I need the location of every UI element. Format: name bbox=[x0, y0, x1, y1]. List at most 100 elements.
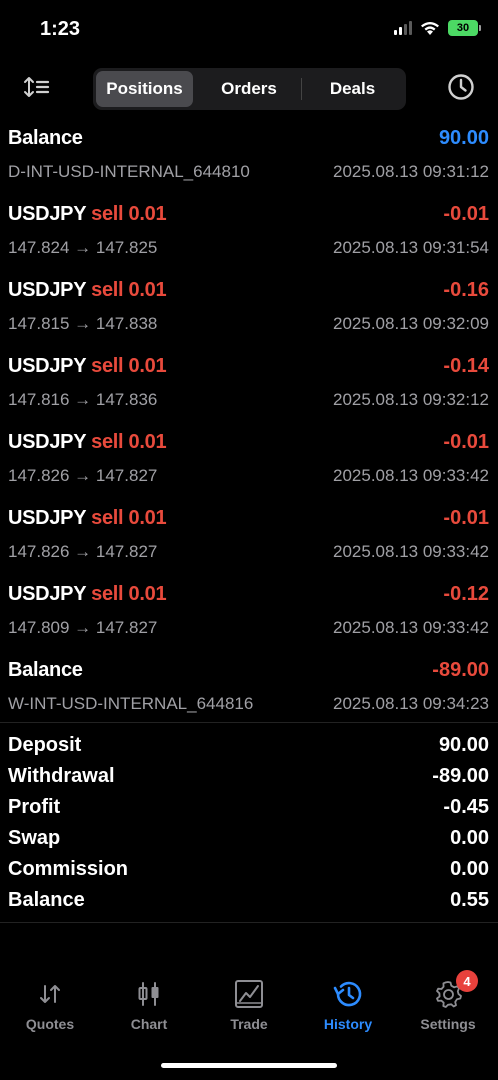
summary-row: Balance 0.55 bbox=[0, 888, 498, 919]
deal-prices: 147.816 → 147.836 bbox=[8, 390, 158, 409]
deal-symbol: USDJPY bbox=[8, 507, 86, 529]
deal-time: 2025.08.13 09:31:54 bbox=[333, 238, 489, 257]
status-icons: 30 bbox=[394, 20, 481, 36]
list-item[interactable]: Balance -89.00 W-INT-USD-INTERNAL_644816… bbox=[0, 654, 498, 730]
period-button[interactable] bbox=[446, 72, 476, 102]
deal-time: 2025.08.13 09:33:42 bbox=[333, 542, 489, 561]
deal-amount: -0.14 bbox=[443, 355, 489, 377]
deal-symbol: Balance bbox=[8, 127, 83, 149]
home-indicator[interactable] bbox=[161, 1063, 337, 1068]
deal-amount: 90.00 bbox=[438, 127, 489, 149]
tab-positions[interactable]: Positions bbox=[96, 71, 193, 107]
battery-level: 30 bbox=[456, 22, 470, 34]
tab-deals[interactable]: Deals bbox=[302, 71, 403, 107]
history-segmented-control: Positions Orders Deals bbox=[93, 68, 406, 110]
sort-icon bbox=[24, 77, 50, 97]
tab-history-label: History bbox=[323, 1016, 373, 1032]
summary-label: Swap bbox=[8, 827, 61, 849]
deal-time: 2025.08.13 09:32:09 bbox=[333, 314, 489, 333]
deal-side: sell 0.01 bbox=[91, 431, 167, 453]
gear-icon: 4 bbox=[432, 970, 478, 1010]
status-bar: 1:23 30 bbox=[0, 0, 498, 60]
summary-row: Deposit 90.00 bbox=[0, 733, 498, 764]
deal-time: 2025.08.13 09:32:12 bbox=[333, 390, 489, 409]
tab-orders[interactable]: Orders bbox=[197, 71, 301, 107]
deal-amount: -0.12 bbox=[443, 583, 489, 605]
summary-label: Withdrawal bbox=[8, 765, 115, 787]
deal-time: 2025.08.13 09:31:12 bbox=[333, 162, 489, 181]
deal-side: sell 0.01 bbox=[91, 355, 167, 377]
deal-prices: 147.826 → 147.827 bbox=[8, 466, 158, 485]
sort-button[interactable] bbox=[20, 74, 54, 102]
notification-badge: 4 bbox=[456, 970, 478, 992]
clock-icon bbox=[448, 74, 474, 100]
summary-label: Balance bbox=[8, 889, 85, 911]
deals-list: Balance 90.00 D-INT-USD-INTERNAL_644810 … bbox=[0, 122, 498, 730]
deal-side: sell 0.01 bbox=[91, 583, 167, 605]
deal-time: 2025.08.13 09:34:23 bbox=[333, 694, 489, 713]
deal-comment: W-INT-USD-INTERNAL_644816 bbox=[8, 694, 254, 713]
deal-prices: 147.809 → 147.827 bbox=[8, 618, 158, 637]
summary-label: Deposit bbox=[8, 734, 82, 756]
trade-chart-icon bbox=[233, 978, 265, 1010]
wifi-icon bbox=[421, 21, 439, 35]
deal-amount: -0.01 bbox=[443, 431, 489, 453]
summary-value: 90.00 bbox=[438, 734, 489, 756]
deal-comment: D-INT-USD-INTERNAL_644810 bbox=[8, 162, 250, 181]
deal-amount: -89.00 bbox=[432, 659, 489, 681]
top-bar: Positions Orders Deals bbox=[0, 66, 498, 110]
list-item[interactable]: USDJPY sell 0.01 -0.01 147.826 → 147.827… bbox=[0, 426, 498, 502]
list-item[interactable]: USDJPY sell 0.01 -0.01 147.824 → 147.825… bbox=[0, 198, 498, 274]
deal-side: sell 0.01 bbox=[91, 279, 167, 301]
deal-prices: 147.826 → 147.827 bbox=[8, 542, 158, 561]
deal-symbol: USDJPY bbox=[8, 203, 86, 225]
bottom-tab-bar: Quotes Chart Trade History 4 Settings bbox=[0, 970, 498, 1040]
deal-symbol: USDJPY bbox=[8, 431, 86, 453]
deal-symbol: USDJPY bbox=[8, 355, 86, 377]
summary-label: Commission bbox=[8, 858, 129, 880]
summary-value: 0.00 bbox=[450, 858, 489, 880]
deal-time: 2025.08.13 09:33:42 bbox=[333, 618, 489, 637]
summary-bottom-divider bbox=[0, 922, 498, 923]
list-item[interactable]: Balance 90.00 D-INT-USD-INTERNAL_644810 … bbox=[0, 122, 498, 198]
tab-chart-label: Chart bbox=[130, 1016, 168, 1032]
candlestick-chart-icon bbox=[133, 978, 165, 1010]
history-icon bbox=[332, 978, 364, 1010]
summary-divider bbox=[0, 722, 498, 723]
deal-prices: 147.824 → 147.825 bbox=[8, 238, 158, 257]
tab-settings[interactable]: 4 Settings bbox=[398, 970, 498, 1040]
cellular-signal-icon bbox=[394, 21, 412, 35]
battery-icon: 30 bbox=[448, 20, 481, 36]
tab-history[interactable]: History bbox=[298, 970, 398, 1040]
list-item[interactable]: USDJPY sell 0.01 -0.14 147.816 → 147.836… bbox=[0, 350, 498, 426]
deal-time: 2025.08.13 09:33:42 bbox=[333, 466, 489, 485]
tab-trade-label: Trade bbox=[230, 1016, 268, 1032]
summary-row: Swap 0.00 bbox=[0, 826, 498, 857]
tab-quotes-label: Quotes bbox=[25, 1016, 75, 1032]
deal-prices: 147.815 → 147.838 bbox=[8, 314, 158, 333]
list-item[interactable]: USDJPY sell 0.01 -0.12 147.809 → 147.827… bbox=[0, 578, 498, 654]
tab-chart[interactable]: Chart bbox=[99, 970, 199, 1040]
status-time: 1:23 bbox=[40, 18, 81, 40]
summary-section: Deposit 90.00 Withdrawal -89.00 Profit -… bbox=[0, 733, 498, 919]
deal-symbol: Balance bbox=[8, 659, 83, 681]
summary-row: Commission 0.00 bbox=[0, 857, 498, 888]
summary-value: 0.55 bbox=[450, 889, 489, 911]
deal-amount: -0.01 bbox=[443, 507, 489, 529]
deal-side: sell 0.01 bbox=[91, 507, 167, 529]
list-item[interactable]: USDJPY sell 0.01 -0.16 147.815 → 147.838… bbox=[0, 274, 498, 350]
tab-trade[interactable]: Trade bbox=[199, 970, 299, 1040]
summary-value: -0.45 bbox=[443, 796, 489, 818]
tab-quotes[interactable]: Quotes bbox=[0, 970, 100, 1040]
deal-symbol: USDJPY bbox=[8, 279, 86, 301]
summary-value: -89.00 bbox=[432, 765, 489, 787]
deal-symbol: USDJPY bbox=[8, 583, 86, 605]
summary-label: Profit bbox=[8, 796, 61, 818]
summary-row: Profit -0.45 bbox=[0, 795, 498, 826]
summary-row: Withdrawal -89.00 bbox=[0, 764, 498, 795]
list-item[interactable]: USDJPY sell 0.01 -0.01 147.826 → 147.827… bbox=[0, 502, 498, 578]
tab-settings-label: Settings bbox=[420, 1016, 476, 1032]
deal-side: sell 0.01 bbox=[91, 203, 167, 225]
deal-amount: -0.01 bbox=[443, 203, 489, 225]
summary-value: 0.00 bbox=[450, 827, 489, 849]
